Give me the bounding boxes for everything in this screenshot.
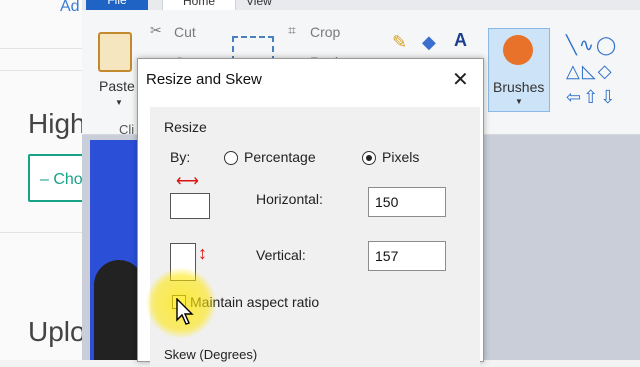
vertical-label: Vertical: [256, 247, 306, 263]
resize-group-title: Resize [164, 119, 207, 135]
chevron-down-icon[interactable]: ▼ [115, 98, 123, 107]
line-shape-icon[interactable]: ╲ [566, 35, 579, 55]
horizontal-label: Horizontal: [256, 191, 323, 207]
pencil-icon[interactable]: ✎ [392, 32, 407, 53]
mouse-cursor-icon [176, 298, 194, 325]
view-tab[interactable]: View [246, 0, 272, 8]
shapes-gallery[interactable]: ╲∿◯ △◺◇ ⇦⇧⇩ [566, 32, 640, 112]
crop-button[interactable]: Crop [310, 24, 340, 40]
triangle-shape-icon[interactable]: △ [566, 61, 582, 81]
paste-button[interactable]: Paste [99, 78, 135, 94]
vertical-input[interactable]: 157 [368, 241, 446, 271]
background-link[interactable]: Ad [60, 0, 80, 16]
horizontal-input[interactable]: 150 [368, 187, 446, 217]
left-arrow-shape-icon[interactable]: ⇦ [566, 87, 583, 107]
close-icon[interactable]: ✕ [452, 67, 469, 92]
percentage-label[interactable]: Percentage [244, 149, 316, 165]
up-arrow-shape-icon[interactable]: ⇧ [583, 87, 600, 107]
brush-icon [503, 35, 533, 65]
fill-bucket-icon[interactable]: ◆ [422, 32, 436, 53]
pixels-label[interactable]: Pixels [382, 149, 419, 165]
divider [0, 232, 90, 233]
curve-shape-icon[interactable]: ∿ [579, 35, 596, 55]
oval-shape-icon[interactable]: ◯ [596, 35, 618, 55]
dialog-title: Resize and Skew [146, 71, 262, 88]
upload-heading: Uplo [28, 316, 86, 347]
chevron-down-icon[interactable]: ▼ [515, 97, 523, 106]
divider [0, 70, 90, 71]
diamond-shape-icon[interactable]: ◇ [598, 61, 614, 81]
text-tool-icon[interactable]: A [454, 30, 467, 51]
brushes-label: Brushes [493, 79, 545, 95]
background-heading: High [28, 108, 86, 139]
brushes-button[interactable]: Brushes ▼ [488, 28, 550, 112]
percentage-radio[interactable] [224, 151, 238, 165]
background-webpage: Ad High – Cho Uplo [0, 0, 98, 360]
down-arrow-shape-icon[interactable]: ⇩ [600, 87, 617, 107]
crop-icon[interactable]: ⌗ [288, 22, 296, 39]
horizontal-resize-icon [170, 193, 210, 219]
clipboard-icon[interactable] [98, 32, 132, 72]
cut-button[interactable]: Cut [174, 24, 196, 40]
file-tab[interactable]: File [86, 0, 148, 10]
by-label: By: [170, 149, 191, 165]
horizontal-arrow-icon: ⟷ [176, 173, 199, 190]
vertical-arrow-icon: ↕ [198, 243, 207, 263]
divider [0, 48, 90, 49]
pixels-radio[interactable] [362, 151, 376, 165]
right-triangle-shape-icon[interactable]: ◺ [582, 61, 598, 81]
scissors-icon[interactable]: ✂ [150, 22, 162, 39]
